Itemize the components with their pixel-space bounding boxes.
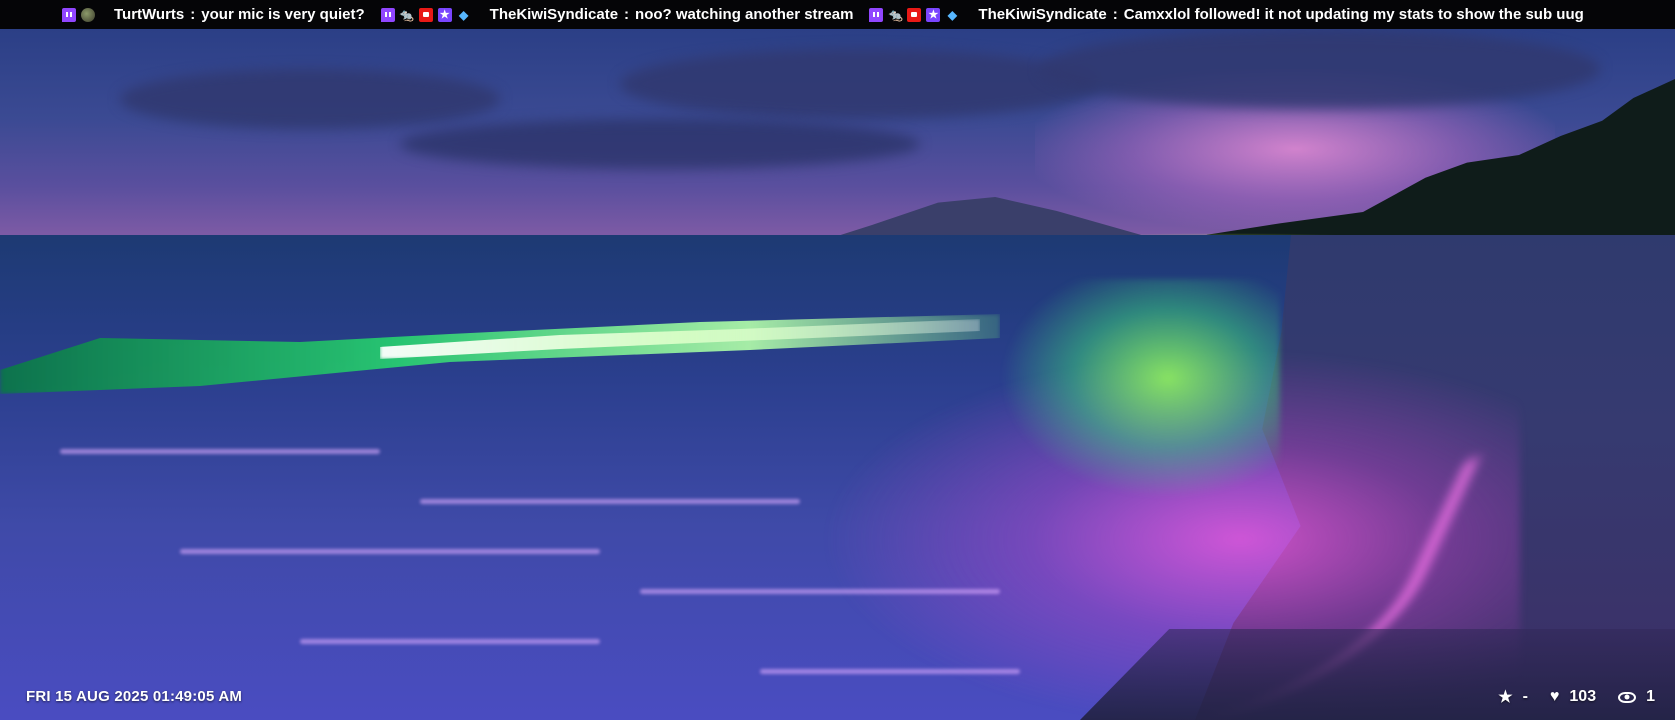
video-badge-icon	[418, 7, 433, 22]
chat-text: your mic is very quiet?	[201, 6, 365, 23]
stream-overlay: TurtWurts : your mic is very quiet? 🐀 ★ …	[0, 0, 1675, 720]
background-beach-scene	[0, 29, 1675, 720]
cloud	[1040, 29, 1600, 109]
ripple	[180, 549, 600, 554]
chat-ticker: TurtWurts : your mic is very quiet? 🐀 ★ …	[0, 0, 1675, 29]
chat-message: TurtWurts : your mic is very quiet?	[62, 6, 365, 23]
cloud	[120, 69, 500, 129]
rat-badge-icon: 🐀	[887, 7, 903, 22]
video-badge-icon	[907, 7, 922, 22]
star-stat: ★ -	[1498, 687, 1528, 707]
chat-text: noo? watching another stream	[635, 6, 854, 23]
chat-username: TurtWurts	[114, 6, 185, 23]
viewers-value: 1	[1646, 688, 1655, 705]
twitch-badge-icon	[62, 7, 76, 22]
chat-message: 🐀 ★ ◆ TheKiwiSyndicate : noo? watching a…	[380, 6, 854, 23]
chat-username: TheKiwiSyndicate	[489, 6, 619, 23]
ripple	[420, 499, 800, 504]
chat-badges	[62, 7, 100, 22]
ripple	[60, 449, 380, 454]
chat-badges: 🐀 ★ ◆	[869, 7, 964, 22]
chat-separator: :	[190, 6, 196, 23]
stream-stats: ★ - ♥ 103 1	[1476, 687, 1655, 707]
ripple	[640, 589, 1000, 594]
star-badge-icon: ★	[926, 7, 941, 22]
heart-icon: ♥	[1549, 688, 1560, 705]
ripple	[760, 669, 1020, 674]
chat-badges: 🐀 ★ ◆	[380, 7, 476, 22]
gem-badge-icon: ◆	[947, 7, 958, 22]
rat-badge-icon: 🐀	[399, 7, 415, 22]
twitch-badge-icon	[380, 7, 395, 22]
cloud	[620, 49, 1100, 119]
heart-stat: ♥ 103	[1550, 688, 1596, 706]
green-shore-glow	[1000, 279, 1280, 499]
viewers-stat: 1	[1618, 688, 1655, 706]
eye-icon	[1618, 691, 1637, 703]
globe-badge-icon	[81, 7, 95, 22]
gem-badge-icon: ◆	[459, 7, 469, 22]
chat-ticker-track: TurtWurts : your mic is very quiet? 🐀 ★ …	[0, 6, 1600, 23]
ripple	[300, 639, 600, 644]
star-value: -	[1522, 688, 1528, 705]
chat-text: Camxxlol followed! it not updating my st…	[1123, 6, 1584, 23]
heart-value: 103	[1569, 688, 1597, 705]
chat-separator: :	[1112, 6, 1118, 23]
star-icon: ★	[1498, 689, 1513, 706]
chat-message: 🐀 ★ ◆ TheKiwiSyndicate : Camxxlol follow…	[869, 6, 1584, 23]
chat-separator: :	[624, 6, 630, 23]
datetime-clock: FRI 15 AUG 2025 01:49:05 AM	[26, 688, 243, 705]
cloud	[400, 119, 920, 169]
twitch-badge-icon	[869, 7, 884, 22]
star-badge-icon: ★	[437, 7, 452, 22]
chat-username: TheKiwiSyndicate	[978, 6, 1107, 23]
